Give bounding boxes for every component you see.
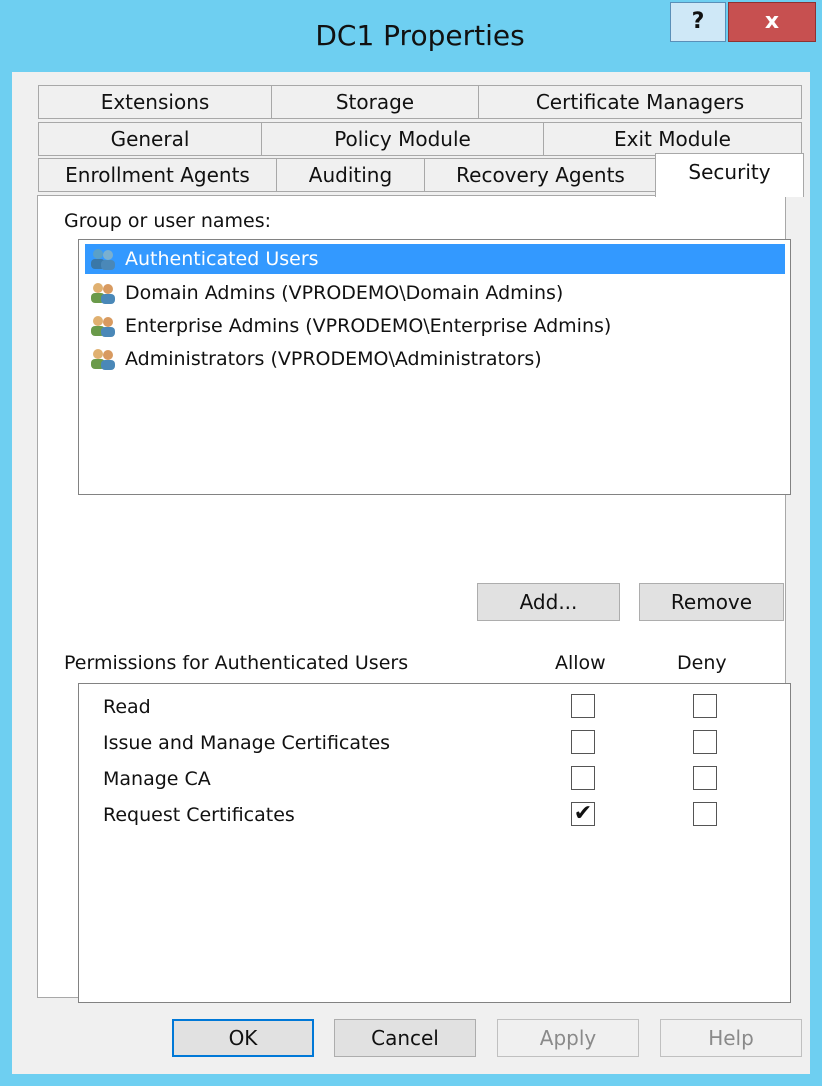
tab-auditing[interactable]: Auditing [276,158,425,192]
tab-storage[interactable]: Storage [271,85,479,119]
add-button[interactable]: Add... [477,583,620,621]
group-label: Group or user names: [64,210,272,232]
group-user-list[interactable]: Authenticated Users Domain Admins (VPROD… [78,239,791,495]
list-item[interactable]: Domain Admins (VPRODEMO\Domain Admins) [85,278,785,308]
list-item-label: Administrators (VPRODEMO\Administrators) [125,348,542,370]
list-item[interactable]: Enterprise Admins (VPRODEMO\Enterprise A… [85,311,785,341]
users-icon [91,283,115,304]
security-panel: Group or user names: Authenticated Users… [37,195,791,1003]
deny-header: Deny [677,652,727,674]
permission-name: Request Certificates [103,804,295,826]
permissions-list: Read Issue and Manage Certificates Manag… [78,683,791,1003]
list-item[interactable]: Administrators (VPRODEMO\Administrators) [85,344,785,374]
tab-enrollment-agents[interactable]: Enrollment Agents [38,158,277,192]
users-icon [91,249,115,270]
users-icon [91,349,115,370]
cancel-button[interactable]: Cancel [334,1019,476,1057]
list-item[interactable]: Authenticated Users [85,244,785,274]
permission-row: Read [79,692,779,722]
help-title-button[interactable]: ? [670,2,726,42]
users-icon [91,316,115,337]
dialog-client: Extensions Storage Certificate Managers … [12,72,810,1074]
deny-checkbox[interactable] [693,694,717,718]
ok-button[interactable]: OK [172,1019,314,1057]
permissions-header: Permissions for Authenticated Users [64,652,409,674]
check-icon: ✔ [573,801,593,826]
list-item-label: Authenticated Users [125,248,319,270]
allow-checkbox[interactable]: ✔ [571,802,595,826]
list-item-label: Domain Admins (VPRODEMO\Domain Admins) [125,282,564,304]
allow-checkbox[interactable] [571,730,595,754]
tab-recovery-agents[interactable]: Recovery Agents [424,158,657,192]
allow-checkbox[interactable] [571,694,595,718]
tab-policy-module[interactable]: Policy Module [261,122,544,156]
permission-row: Request Certificates ✔ [79,800,779,830]
remove-button[interactable]: Remove [639,583,784,621]
tab-general[interactable]: General [38,122,262,156]
permission-name: Manage CA [103,768,211,790]
window-title: DC1 Properties [315,19,525,52]
tab-security[interactable]: Security [655,153,804,197]
list-item-label: Enterprise Admins (VPRODEMO\Enterprise A… [125,315,612,337]
deny-checkbox[interactable] [693,766,717,790]
properties-window: DC1 Properties ? x Extensions Storage Ce… [0,0,822,1086]
apply-button[interactable]: Apply [497,1019,639,1057]
permission-name: Read [103,696,151,718]
allow-header: Allow [555,652,606,674]
tab-exit-module[interactable]: Exit Module [543,122,802,156]
allow-checkbox[interactable] [571,766,595,790]
permission-name: Issue and Manage Certificates [103,732,391,754]
permission-row: Issue and Manage Certificates [79,728,779,758]
deny-checkbox[interactable] [693,802,717,826]
tab-extensions[interactable]: Extensions [38,85,272,119]
tab-certificate-managers[interactable]: Certificate Managers [478,85,802,119]
permission-row: Manage CA [79,764,779,794]
deny-checkbox[interactable] [693,730,717,754]
help-button[interactable]: Help [660,1019,802,1057]
close-button[interactable]: x [728,2,816,42]
